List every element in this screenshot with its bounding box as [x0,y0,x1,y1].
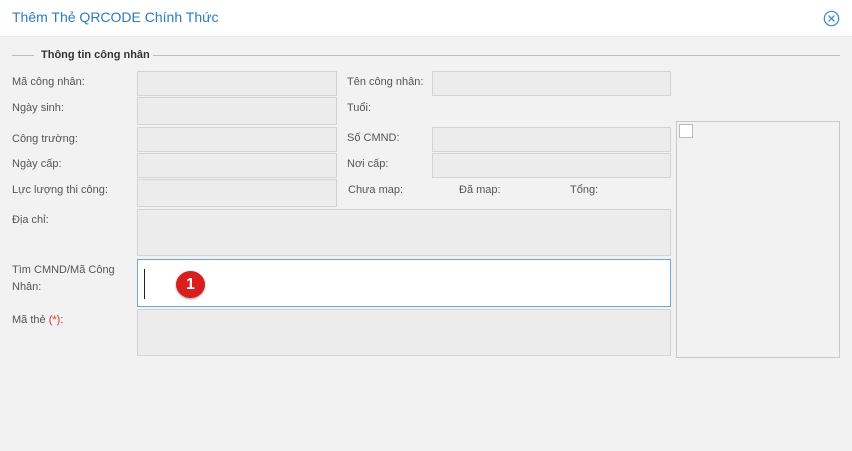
ma-the-field[interactable] [137,309,671,356]
label-da-map: Đã map: [459,184,501,196]
so-cmnd-field[interactable] [432,127,671,152]
step-number-badge: 1 [176,271,205,298]
section-legend: Thông tin công nhân [38,49,153,61]
label-tuoi: Tuổi: [347,102,372,114]
fieldset-border-right [152,55,840,56]
label-cong-truong: Công trường: [12,133,78,145]
label-ngay-sinh: Ngày sinh: [12,102,64,114]
label-ngay-cap: Ngày cấp: [12,158,62,170]
label-chua-map: Chưa map: [348,184,404,196]
cong-truong-field[interactable] [137,127,337,152]
dialog-titlebar: Thêm Thẻ QRCODE Chính Thức [0,0,852,37]
required-marker: (*) [48,314,61,326]
label-tim-cmnd-line2: Nhân: [12,281,42,293]
text-cursor [144,269,145,299]
ngay-cap-field[interactable] [137,153,337,178]
ten-cong-nhan-field[interactable] [432,71,671,96]
label-ma-the: Mã thẻ (*): [12,312,63,329]
label-luc-luong-thi-cong: Lực lượng thi công: [12,184,108,196]
ngay-sinh-field[interactable] [137,97,337,125]
label-ma-the-colon: : [60,314,64,326]
label-noi-cap: Nơi cấp: [347,158,389,170]
photo-checkbox[interactable] [679,124,693,138]
dialog-title: Thêm Thẻ QRCODE Chính Thức [12,9,219,25]
photo-box [676,121,840,358]
fieldset-border-left [12,55,34,56]
label-ma-the-text: Mã thẻ [12,314,46,326]
label-so-cmnd: Số CMND: [347,132,400,144]
label-tong: Tổng: [570,184,599,196]
dia-chi-field[interactable] [137,209,671,256]
label-ma-cong-nhan: Mã công nhân: [12,76,85,88]
luc-luong-thi-cong-field[interactable] [137,179,337,207]
tim-cmnd-input[interactable]: 1 [137,259,671,307]
noi-cap-field[interactable] [432,153,671,178]
label-tim-cmnd-line1: Tìm CMND/Mã Công [12,264,115,276]
label-dia-chi: Địa chỉ: [12,214,49,226]
close-icon[interactable] [823,10,840,27]
ma-cong-nhan-field[interactable] [137,71,337,96]
label-ten-cong-nhan: Tên công nhân: [347,76,424,88]
